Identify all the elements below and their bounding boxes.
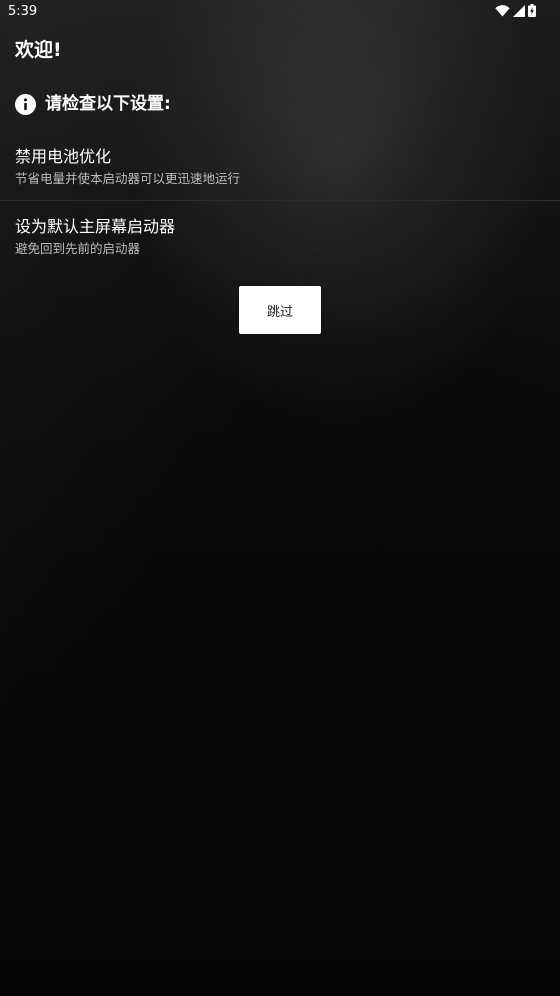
status-icons xyxy=(495,4,536,17)
divider xyxy=(0,200,560,201)
setting-set-default-launcher[interactable]: 设为默认主屏幕启动器 避免回到先前的启动器 xyxy=(0,210,560,276)
setting-title: 设为默认主屏幕启动器 xyxy=(15,217,176,236)
battery-icon xyxy=(528,4,536,17)
status-bar: 5:39 xyxy=(0,0,560,24)
cell-signal-icon xyxy=(513,4,525,17)
status-time: 5:39 xyxy=(8,4,38,19)
wifi-icon xyxy=(495,4,510,17)
setting-disable-battery-optimization[interactable]: 禁用电池优化 节省电量并使本启动器可以更迅速地运行 xyxy=(0,140,560,206)
setting-subtitle: 节省电量并使本启动器可以更迅速地运行 xyxy=(15,171,241,186)
skip-button[interactable]: 跳过 xyxy=(239,286,321,334)
check-settings-label: 请检查以下设置: xyxy=(45,94,171,114)
setting-title: 禁用电池优化 xyxy=(15,147,112,166)
setting-subtitle: 避免回到先前的启动器 xyxy=(15,241,141,256)
info-icon xyxy=(15,93,36,115)
welcome-title: 欢迎! xyxy=(15,39,62,61)
check-settings-header: 请检查以下设置: xyxy=(15,91,171,117)
